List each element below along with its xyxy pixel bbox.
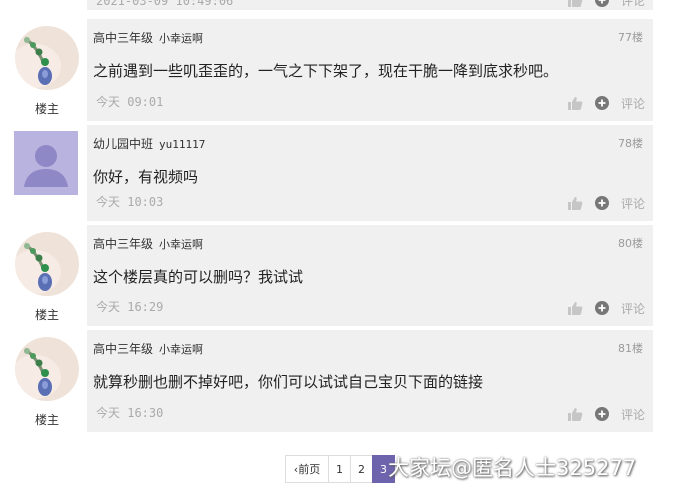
plus-circle-icon: [594, 196, 609, 210]
avatar[interactable]: [15, 26, 79, 90]
thumbs-up-icon: [567, 97, 583, 110]
floor-number: 80楼: [618, 237, 643, 250]
plus-circle-icon: [594, 407, 609, 421]
avatar[interactable]: [15, 337, 79, 401]
post-actions: 评论: [567, 95, 645, 111]
username-link[interactable]: 小幸运啊: [159, 343, 203, 356]
post-actions: 评论: [567, 406, 645, 422]
default-user-icon: [14, 131, 78, 195]
username-link[interactable]: 小幸运啊: [159, 32, 203, 45]
avatar[interactable]: [14, 131, 78, 195]
add-button[interactable]: [594, 96, 609, 110]
floor-number: 81楼: [618, 342, 643, 355]
thumbs-up-icon: [567, 302, 583, 315]
jade-bracelet-avatar-icon: [15, 26, 79, 90]
like-button[interactable]: [567, 407, 583, 421]
post-meta: 幼儿园中班 yu11117: [93, 135, 205, 152]
post-actions: 评论: [567, 300, 645, 316]
like-button[interactable]: [567, 196, 583, 210]
post-time: 今天 16:30: [96, 406, 164, 420]
pagination: ‹前页 1 2 3: [285, 455, 395, 483]
add-button[interactable]: [594, 0, 609, 7]
floor-number: 78楼: [618, 137, 643, 150]
post-time: 今天 09:01: [96, 95, 164, 109]
post-bubble: 2021-03-09 10:49:06 评论: [87, 0, 653, 10]
post-content: 就算秒删也删不掉好吧，你们可以试试自己宝贝下面的链接: [93, 373, 484, 391]
op-label: 楼主: [35, 413, 60, 427]
reply-button[interactable]: 评论: [621, 195, 645, 212]
post-meta: 高中三年级 小幸运啊: [93, 235, 203, 252]
post-actions: 评论: [567, 0, 645, 8]
username-link[interactable]: 小幸运啊: [159, 238, 203, 251]
like-button[interactable]: [567, 96, 583, 110]
post-content: 你好，有视频吗: [93, 168, 199, 186]
avatar[interactable]: [15, 232, 79, 296]
reply-button[interactable]: 评论: [621, 0, 645, 9]
post-content: 这个楼层真的可以删吗？我试试: [93, 268, 304, 286]
post-time: 今天 10:03: [96, 195, 164, 209]
user-grade: 高中三年级: [93, 342, 154, 356]
post-item: 楼主 高中三年级 小幸运啊 80楼 这个楼层真的可以删吗？我试试 今天 16:29…: [0, 225, 687, 326]
thumbs-up-icon: [567, 408, 583, 421]
plus-circle-icon: [594, 96, 609, 110]
post-time: 今天 16:29: [96, 300, 164, 314]
plus-circle-icon: [594, 301, 609, 315]
add-button[interactable]: [594, 407, 609, 421]
user-grade: 高中三年级: [93, 31, 154, 45]
post-actions: 评论: [567, 195, 645, 211]
add-button[interactable]: [594, 301, 609, 315]
post-partial: 2021-03-09 10:49:06 评论: [0, 0, 687, 10]
post-item: 楼主 高中三年级 小幸运啊 81楼 就算秒删也删不掉好吧，你们可以试试自己宝贝下面…: [0, 330, 687, 432]
plus-circle-icon: [594, 0, 609, 7]
post-meta: 高中三年级 小幸运啊: [93, 340, 203, 357]
post-item: 楼主 高中三年级 小幸运啊 77楼 之前遇到一些叽歪歪的，一气之下下架了，现在干脆…: [0, 19, 687, 121]
post-meta: 高中三年级 小幸运啊: [93, 29, 203, 46]
jade-bracelet-avatar-icon: [15, 337, 79, 401]
user-grade: 高中三年级: [93, 237, 154, 251]
reply-button[interactable]: 评论: [621, 406, 645, 423]
post-bubble: 高中三年级 小幸运啊 81楼 就算秒删也删不掉好吧，你们可以试试自己宝贝下面的链接…: [87, 330, 653, 432]
thumbs-up-icon: [567, 197, 583, 210]
reply-button[interactable]: 评论: [621, 95, 645, 112]
user-grade: 幼儿园中班: [93, 137, 154, 151]
like-button[interactable]: [567, 301, 583, 315]
jade-bracelet-avatar-icon: [15, 232, 79, 296]
post-content: 之前遇到一些叽歪歪的，一气之下下架了，现在干脆一降到底求秒吧。: [93, 62, 559, 80]
prev-page-button[interactable]: ‹前页: [285, 455, 329, 483]
op-label: 楼主: [35, 102, 60, 116]
page-1-button[interactable]: 1: [328, 455, 351, 483]
watermark: 大家坛@匿名人士325277: [388, 456, 637, 480]
reply-button[interactable]: 评论: [621, 300, 645, 317]
post-bubble: 高中三年级 小幸运啊 77楼 之前遇到一些叽歪歪的，一气之下下架了，现在干脆一降到…: [87, 19, 653, 121]
add-button[interactable]: [594, 196, 609, 210]
like-button[interactable]: [567, 0, 583, 7]
post-item: 幼儿园中班 yu11117 78楼 你好，有视频吗 今天 10:03 评论: [0, 125, 687, 221]
op-label: 楼主: [35, 308, 60, 322]
thumbs-up-icon: [567, 0, 583, 7]
username-link[interactable]: yu11117: [159, 138, 205, 151]
page-2-button[interactable]: 2: [350, 455, 373, 483]
post-time: 2021-03-09 10:49:06: [96, 0, 234, 8]
post-bubble: 高中三年级 小幸运啊 80楼 这个楼层真的可以删吗？我试试 今天 16:29 评论: [87, 225, 653, 326]
floor-number: 77楼: [618, 31, 643, 44]
post-bubble: 幼儿园中班 yu11117 78楼 你好，有视频吗 今天 10:03 评论: [87, 125, 653, 221]
